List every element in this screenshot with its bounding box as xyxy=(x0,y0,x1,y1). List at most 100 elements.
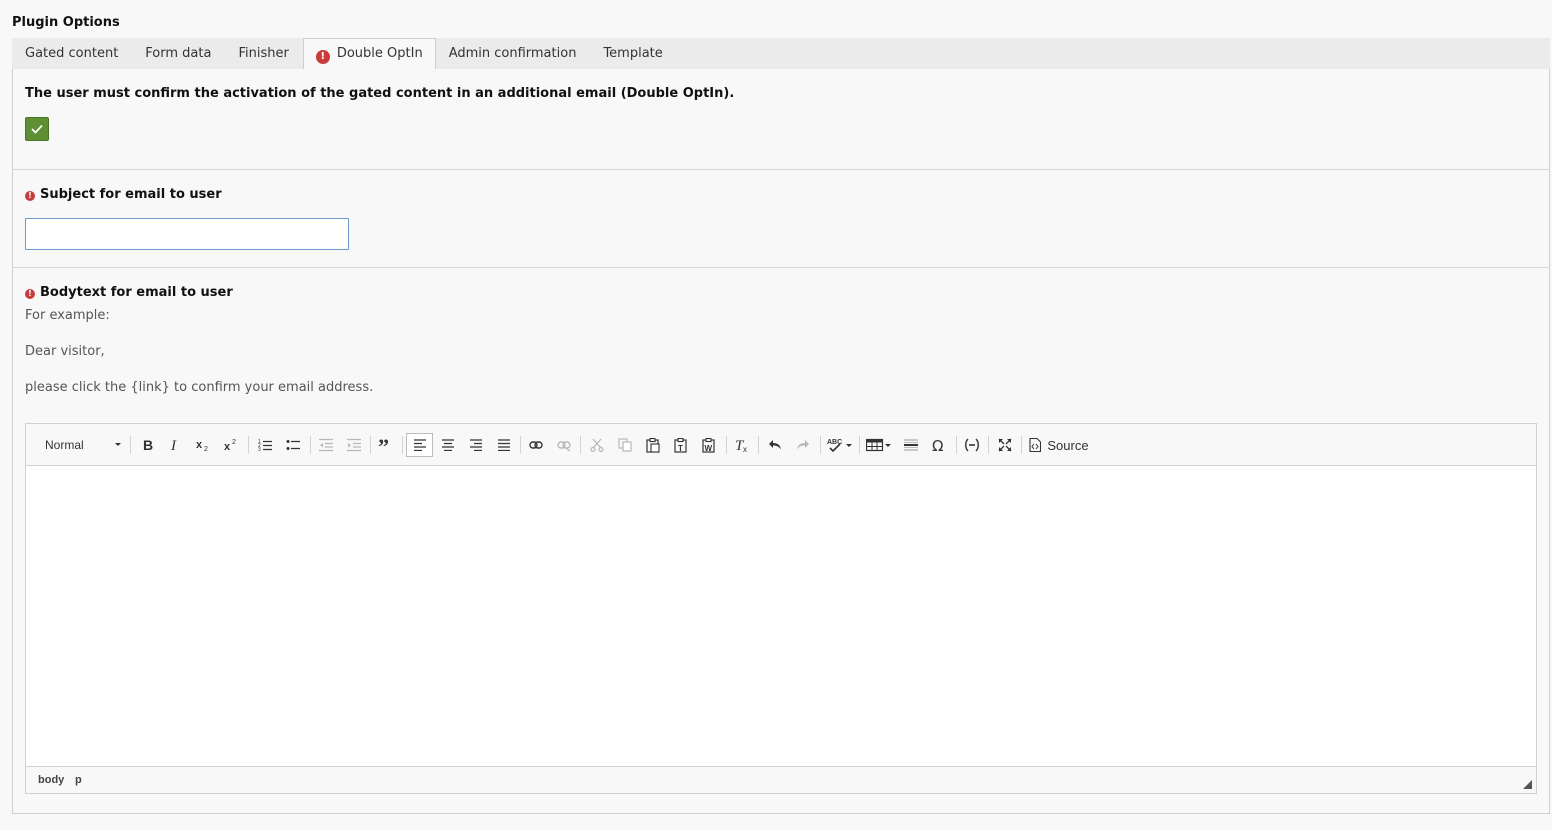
svg-text:2: 2 xyxy=(232,439,236,446)
resize-handle[interactable] xyxy=(1523,780,1532,789)
align-left-button[interactable] xyxy=(406,433,433,457)
subject-label: ! Subject for email to user xyxy=(25,187,222,202)
remove-format-button[interactable]: Tx xyxy=(732,434,752,456)
align-center-button[interactable] xyxy=(438,434,458,456)
svg-text:”: ” xyxy=(378,438,389,452)
field-group-subject: ! Subject for email to user xyxy=(13,170,1549,268)
svg-text:Ω: Ω xyxy=(932,437,943,453)
link-button[interactable] xyxy=(526,434,546,456)
decrease-indent-icon xyxy=(319,438,333,452)
redo-icon xyxy=(797,440,809,450)
rich-text-editor: Normal B I x2 x2 123 ” T W T x ABC Ω Sou… xyxy=(25,423,1537,794)
superscript-icon: x2 xyxy=(224,439,236,452)
source-icon xyxy=(1029,438,1042,452)
editor-statusbar: body p xyxy=(26,766,1536,793)
redo-button[interactable] xyxy=(793,434,813,456)
svg-text:T: T xyxy=(678,444,683,453)
link-icon xyxy=(529,441,543,449)
source-button[interactable]: Source xyxy=(1029,434,1089,456)
tab-form-data[interactable]: Form data xyxy=(132,38,225,70)
svg-text:I: I xyxy=(170,438,177,452)
superscript-button[interactable]: x2 xyxy=(221,434,241,456)
svg-text:2: 2 xyxy=(204,446,208,452)
svg-text:W: W xyxy=(705,444,713,453)
unlink-button[interactable] xyxy=(554,434,574,456)
tab-double-optin[interactable]: ! Double OptIn xyxy=(302,38,436,71)
table-button[interactable] xyxy=(865,434,893,456)
tab-template[interactable]: Template xyxy=(590,38,676,70)
bulleted-list-button[interactable] xyxy=(283,434,303,456)
align-center-icon xyxy=(442,439,454,451)
bodytext-label: ! Bodytext for email to user xyxy=(25,285,233,300)
editor-toolbar: Normal B I x2 x2 123 ” T W T x ABC Ω Sou… xyxy=(26,424,1536,466)
horizontal-line-icon xyxy=(904,439,918,451)
align-right-button[interactable] xyxy=(466,434,486,456)
paste-text-button[interactable]: T xyxy=(671,434,691,456)
field-group-bodytext: ! Bodytext for email to user For example:… xyxy=(13,268,1549,814)
bold-icon: B xyxy=(143,438,153,452)
subscript-button[interactable]: x2 xyxy=(193,434,213,456)
soft-hyphen-icon xyxy=(965,438,979,452)
blockquote-icon: ” xyxy=(378,438,389,452)
subject-input[interactable] xyxy=(25,218,349,250)
svg-text:B: B xyxy=(143,438,153,452)
copy-button[interactable] xyxy=(615,434,635,456)
align-right-icon xyxy=(470,439,482,451)
bold-button[interactable]: B xyxy=(138,434,158,456)
italic-button[interactable]: I xyxy=(165,434,185,456)
cut-button[interactable] xyxy=(587,434,607,456)
error-icon: ! xyxy=(25,289,35,299)
special-char-icon: Ω xyxy=(932,437,943,453)
bodytext-description-line: please click the {link} to confirm your … xyxy=(25,380,374,395)
soft-hyphen-button[interactable] xyxy=(962,434,982,456)
error-icon: ! xyxy=(25,191,35,201)
tab-admin-confirmation[interactable]: Admin confirmation xyxy=(436,38,591,70)
undo-button[interactable] xyxy=(765,434,785,456)
increase-indent-icon xyxy=(347,438,361,452)
checkmark-icon xyxy=(31,124,43,134)
format-select-value: Normal xyxy=(45,438,84,452)
source-button-label: Source xyxy=(1047,437,1089,453)
tab-bar: Gated content Form data Finisher ! Double… xyxy=(12,38,1550,71)
editor-content-area[interactable] xyxy=(26,466,1536,766)
tab-finisher[interactable]: Finisher xyxy=(225,38,302,70)
field-group-double-optin: The user must confirm the activation of … xyxy=(13,69,1549,170)
tab-gated-content[interactable]: Gated content xyxy=(12,38,132,70)
double-optin-checkbox[interactable] xyxy=(25,117,49,141)
numbered-list-button[interactable]: 123 xyxy=(255,434,275,456)
decrease-indent-button[interactable] xyxy=(316,434,336,456)
justify-button[interactable] xyxy=(494,434,514,456)
align-left-icon xyxy=(413,439,426,451)
paste-word-button[interactable]: W xyxy=(699,434,719,456)
unlink-icon xyxy=(557,441,571,451)
bodytext-description-line: For example: xyxy=(25,308,110,323)
blockquote-button[interactable]: ” xyxy=(376,434,396,456)
justify-icon xyxy=(498,439,510,451)
special-char-button[interactable]: Ω xyxy=(929,434,949,456)
bodytext-description-line: Dear visitor, xyxy=(25,344,105,359)
cut-icon xyxy=(590,438,604,452)
table-icon xyxy=(866,438,891,452)
double-optin-label: The user must confirm the activation of … xyxy=(25,86,735,101)
remove-format-icon: Tx xyxy=(735,438,747,452)
horizontal-line-button[interactable] xyxy=(901,434,921,456)
paste-button[interactable] xyxy=(643,434,663,456)
spellcheck-button[interactable]: ABC xyxy=(826,434,854,456)
svg-text:3: 3 xyxy=(258,447,261,452)
maximize-button[interactable] xyxy=(995,434,1015,456)
section-title: Plugin Options xyxy=(12,15,120,30)
svg-text:x: x xyxy=(196,439,203,451)
undo-icon xyxy=(769,440,781,450)
bodytext-label-text: Bodytext for email to user xyxy=(40,285,233,300)
format-select[interactable]: Normal xyxy=(37,434,125,456)
italic-icon: I xyxy=(170,438,177,452)
increase-indent-button[interactable] xyxy=(344,434,364,456)
subject-label-text: Subject for email to user xyxy=(40,187,222,202)
maximize-icon xyxy=(998,438,1012,452)
element-path-p[interactable]: p xyxy=(75,774,82,786)
tab-panel: The user must confirm the activation of … xyxy=(12,69,1550,814)
paste-icon xyxy=(646,437,660,453)
svg-text:x: x xyxy=(743,445,747,452)
element-path-body[interactable]: body xyxy=(38,774,64,786)
copy-icon xyxy=(618,438,632,452)
